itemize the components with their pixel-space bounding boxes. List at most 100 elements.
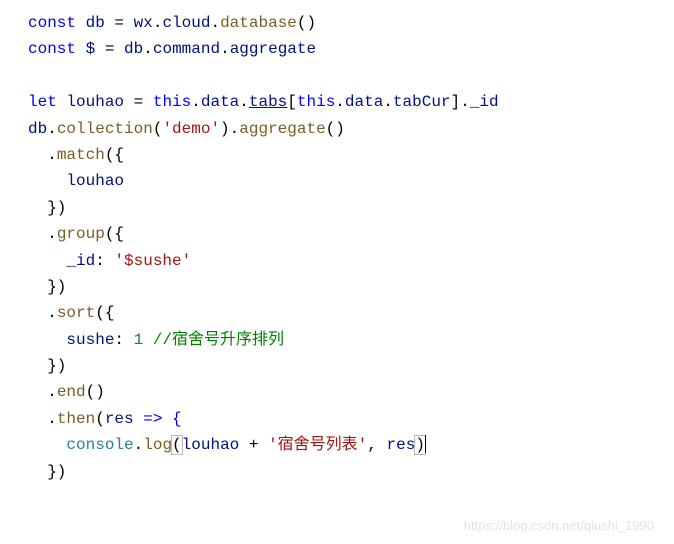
watermark: https://blog.csdn.net/qiushi_1990 bbox=[464, 515, 654, 536]
paren: }) bbox=[28, 357, 66, 375]
property-tabs: tabs bbox=[249, 93, 287, 111]
paren: () bbox=[297, 14, 316, 32]
code-line: }) bbox=[28, 459, 674, 485]
dot: . bbox=[28, 410, 57, 428]
string: '宿舍号列表' bbox=[268, 436, 367, 454]
variable: res bbox=[387, 436, 416, 454]
code-line: .sort({ bbox=[28, 300, 674, 326]
paren: () bbox=[326, 120, 345, 138]
code-line: }) bbox=[28, 353, 674, 379]
dot: . bbox=[335, 93, 345, 111]
dot: . bbox=[28, 383, 57, 401]
keyword: let bbox=[28, 93, 57, 111]
function: match bbox=[57, 146, 105, 164]
function: group bbox=[57, 225, 105, 243]
dot: . bbox=[143, 40, 153, 58]
variable: louhao bbox=[182, 436, 240, 454]
paren: }) bbox=[28, 199, 66, 217]
code-line: .match({ bbox=[28, 142, 674, 168]
operator: = bbox=[95, 40, 124, 58]
string: '$sushe' bbox=[114, 252, 191, 270]
property: tabCur bbox=[393, 93, 451, 111]
code-line: console.log(louhao + '宿舍号列表', res) bbox=[28, 432, 674, 458]
object: db bbox=[28, 120, 47, 138]
colon: : bbox=[95, 252, 114, 270]
object: db bbox=[124, 40, 143, 58]
code-line: const db = wx.cloud.database() bbox=[28, 10, 674, 36]
keyword-this: this bbox=[297, 93, 335, 111]
paren: ({ bbox=[95, 304, 114, 322]
keyword: const bbox=[28, 40, 76, 58]
code-line: sushe: 1 //宿舍号升序排列 bbox=[28, 327, 674, 353]
colon: : bbox=[114, 331, 133, 349]
function: then bbox=[57, 410, 95, 428]
function: collection bbox=[57, 120, 153, 138]
dot: . bbox=[28, 304, 57, 322]
paren: ({ bbox=[105, 146, 124, 164]
comment: //宿舍号升序排列 bbox=[153, 331, 284, 349]
string: 'demo' bbox=[162, 120, 220, 138]
dot: . bbox=[210, 14, 220, 32]
variable: louhao bbox=[28, 172, 124, 190]
paren: ({ bbox=[105, 225, 124, 243]
operator: = bbox=[124, 93, 153, 111]
paren: ( bbox=[153, 120, 163, 138]
function: sort bbox=[57, 304, 95, 322]
property: data bbox=[201, 93, 239, 111]
bracket: [ bbox=[287, 93, 297, 111]
operator: = bbox=[105, 14, 134, 32]
dot: . bbox=[383, 93, 393, 111]
property: cloud bbox=[162, 14, 210, 32]
bracket: ]. bbox=[451, 93, 470, 111]
paren: }) bbox=[28, 463, 66, 481]
object: wx bbox=[134, 14, 153, 32]
parameter: res bbox=[105, 410, 134, 428]
paren: }) bbox=[28, 278, 66, 296]
text-cursor bbox=[425, 435, 426, 453]
function: database bbox=[220, 14, 297, 32]
number: 1 bbox=[134, 331, 144, 349]
function: end bbox=[57, 383, 86, 401]
operator: + bbox=[239, 436, 268, 454]
function: aggregate bbox=[239, 120, 325, 138]
dot: . bbox=[28, 225, 57, 243]
code-line: _id: '$sushe' bbox=[28, 248, 674, 274]
variable: db bbox=[86, 14, 105, 32]
dot: . bbox=[28, 146, 57, 164]
code-line: louhao bbox=[28, 168, 674, 194]
keyword: const bbox=[28, 14, 76, 32]
paren: () bbox=[86, 383, 105, 401]
variable: $ bbox=[86, 40, 96, 58]
arrow: => { bbox=[134, 410, 182, 428]
dot: . bbox=[47, 120, 57, 138]
code-line: .end() bbox=[28, 379, 674, 405]
dot: . bbox=[134, 436, 144, 454]
code-line: db.collection('demo').aggregate() bbox=[28, 116, 674, 142]
dot: . bbox=[153, 14, 163, 32]
code-line: let louhao = this.data.tabs[this.data.ta… bbox=[28, 89, 674, 115]
keyword-this: this bbox=[153, 93, 191, 111]
property: aggregate bbox=[230, 40, 316, 58]
function: log bbox=[143, 436, 172, 454]
code-line: const $ = db.command.aggregate bbox=[28, 36, 674, 62]
property: _id bbox=[28, 252, 95, 270]
indent bbox=[28, 436, 66, 454]
code-line-blank bbox=[28, 63, 674, 89]
code-line: .group({ bbox=[28, 221, 674, 247]
code-line: .then(res => { bbox=[28, 406, 674, 432]
property: command bbox=[153, 40, 220, 58]
object: console bbox=[66, 436, 133, 454]
dot: . bbox=[220, 40, 230, 58]
space bbox=[143, 331, 153, 349]
property: data bbox=[345, 93, 383, 111]
paren: ( bbox=[95, 410, 105, 428]
code-line: }) bbox=[28, 195, 674, 221]
dot: . bbox=[239, 93, 249, 111]
paren: ). bbox=[220, 120, 239, 138]
dot: . bbox=[191, 93, 201, 111]
property: sushe bbox=[28, 331, 114, 349]
comma: , bbox=[367, 436, 386, 454]
property: _id bbox=[470, 93, 499, 111]
variable: louhao bbox=[66, 93, 124, 111]
code-line: }) bbox=[28, 274, 674, 300]
